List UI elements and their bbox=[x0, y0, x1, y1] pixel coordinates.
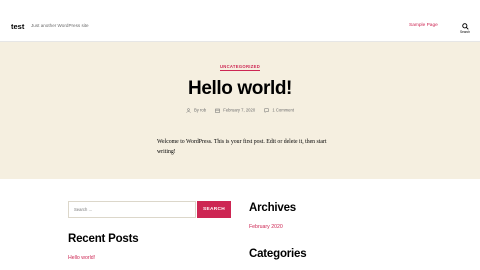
archive-link-february-2020[interactable]: February 2020 bbox=[249, 224, 283, 230]
search-toggle-button[interactable]: Search bbox=[458, 23, 472, 37]
search-toggle-label: Search bbox=[459, 30, 471, 34]
search-input[interactable] bbox=[68, 201, 196, 218]
archives-heading: Archives bbox=[249, 202, 296, 214]
category-link[interactable]: UNCATEGORIZED bbox=[0, 64, 480, 71]
date-link[interactable]: February 7, 2020 bbox=[223, 107, 255, 112]
site-header: test Just another WordPress site Sample … bbox=[0, 0, 480, 42]
post-content: Welcome to WordPress. This is your first… bbox=[157, 139, 327, 155]
bottom-edge bbox=[0, 266, 480, 270]
comments-link[interactable]: 1 Comment bbox=[272, 107, 294, 112]
calendar-icon bbox=[215, 108, 221, 113]
recent-post-link[interactable]: Hello world! bbox=[68, 255, 95, 261]
post-comments: 1 Comment bbox=[264, 107, 294, 114]
post-date: February 7, 2020 bbox=[215, 108, 255, 113]
author-icon bbox=[186, 108, 191, 113]
search-icon bbox=[458, 23, 472, 30]
search-button[interactable]: SEARCH bbox=[197, 201, 231, 218]
post-title: Hello world! bbox=[188, 78, 292, 99]
recent-posts-heading: Recent Posts bbox=[68, 233, 139, 245]
post-author: By rob bbox=[186, 108, 206, 113]
post-header: UNCATEGORIZED Hello world! By rob Februa… bbox=[0, 42, 480, 179]
site-description: Just another WordPress site bbox=[31, 23, 89, 28]
site-title[interactable]: test bbox=[11, 23, 24, 31]
category-label[interactable]: UNCATEGORIZED bbox=[219, 64, 261, 71]
nav-item-sample-page[interactable]: Sample Page bbox=[409, 23, 438, 29]
post-meta: By rob February 7, 2020 1 Comment bbox=[0, 107, 480, 114]
categories-heading: Categories bbox=[249, 248, 307, 260]
author-link[interactable]: By rob bbox=[194, 107, 206, 112]
comment-icon bbox=[264, 108, 270, 114]
